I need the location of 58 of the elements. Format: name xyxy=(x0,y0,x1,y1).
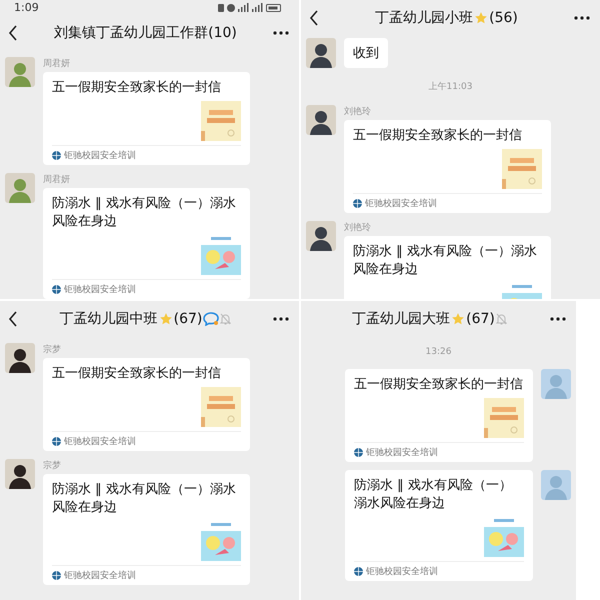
link-card[interactable]: 五一假期安全致家长的一封信 钜驰校园安全培训 xyxy=(43,358,250,451)
sender-name: 宗梦 xyxy=(43,460,62,472)
link-card[interactable]: 五一假期安全致家长的一封信 钜驰校园安全培训 xyxy=(344,120,551,213)
card-title: 防溺水 ‖ 戏水有风险（一）溺水风险在身边 xyxy=(52,481,237,517)
more-icon[interactable] xyxy=(273,31,289,35)
link-card[interactable]: 防溺水 ‖ 戏水有风险（一）溺水风险在身边 钜驰校园安全培训 xyxy=(345,470,533,581)
card-title: 防溺水 ‖ 戏水有风险（一）溺水风险在身边 xyxy=(353,243,538,279)
status-time: 1:09 xyxy=(14,1,39,14)
globe-icon xyxy=(52,437,61,446)
sender-name: 周君妍 xyxy=(43,174,71,186)
globe-icon xyxy=(52,151,61,160)
source-name: 钜驰校园安全培训 xyxy=(64,436,136,448)
message-bubble: 收到 xyxy=(344,38,388,68)
more-icon[interactable] xyxy=(574,16,590,20)
sender-name: 周君妍 xyxy=(43,58,71,70)
more-icon[interactable] xyxy=(550,317,566,321)
globe-icon xyxy=(353,199,362,208)
source-name: 钜驰校园安全培训 xyxy=(64,570,136,582)
timestamp: 上午11:03 xyxy=(428,80,474,93)
back-icon[interactable] xyxy=(309,10,319,26)
member-count: (67) xyxy=(174,311,202,327)
more-icon[interactable] xyxy=(273,317,289,321)
battery-icon xyxy=(266,4,281,12)
source-name: 钜驰校园安全培训 xyxy=(366,446,438,459)
back-icon[interactable] xyxy=(8,25,18,41)
card-title: 五一假期安全致家长的一封信 xyxy=(52,365,222,383)
chat-bubble-icon[interactable] xyxy=(203,312,220,326)
card-title: 五一假期安全致家长的一封信 xyxy=(52,79,222,97)
card-title: 防溺水 ‖ 戏水有风险（一）溺水风险在身边 xyxy=(52,195,237,231)
back-icon[interactable] xyxy=(8,311,18,327)
chat-title: 丁孟幼儿园中班 xyxy=(60,310,158,328)
timestamp: 13:26 xyxy=(424,347,452,357)
chat-title: 丁孟幼儿园小班 xyxy=(375,9,474,27)
card-title: 五一假期安全致家长的一封信 xyxy=(354,376,524,394)
card-title: 防溺水 ‖ 戏水有风险（一）溺水风险在身边 xyxy=(354,477,513,513)
member-count: (67) xyxy=(466,311,495,327)
globe-icon xyxy=(52,571,61,580)
sender-name: 刘艳玲 xyxy=(344,222,372,234)
link-card[interactable]: 防溺水 ‖ 戏水有风险（一）溺水风险在身边 钜驰校园安全培训 xyxy=(43,474,250,585)
link-card[interactable]: 防溺水 ‖ 戏水有风险（一）溺水风险在身边 钜驰校园安全培训 xyxy=(43,188,250,299)
chat-title: 刘集镇丁孟幼儿园工作群(10) xyxy=(54,24,237,42)
globe-icon xyxy=(52,285,61,294)
source-name: 钜驰校园安全培训 xyxy=(366,566,438,578)
signal-icon xyxy=(252,3,263,12)
globe-icon xyxy=(354,567,363,576)
source-name: 钜驰校园安全培训 xyxy=(64,150,136,162)
sender-name: 宗梦 xyxy=(43,344,62,356)
link-card[interactable]: 五一假期安全致家长的一封信 钜驰校园安全培训 xyxy=(345,369,533,462)
member-count: (56) xyxy=(489,10,518,26)
link-card[interactable]: 五一假期安全致家长的一封信 钜驰校园安全培训 xyxy=(43,72,250,165)
card-title: 五一假期安全致家长的一封信 xyxy=(353,127,523,145)
signal-icon xyxy=(238,3,249,12)
chat-title: 丁孟幼儿园大班 xyxy=(352,310,450,328)
source-name: 钜驰校园安全培训 xyxy=(365,198,437,210)
link-card[interactable]: 防溺水 ‖ 戏水有风险（一）溺水风险在身边 xyxy=(344,236,551,299)
sender-name: 刘艳玲 xyxy=(344,106,372,118)
globe-icon xyxy=(354,448,363,457)
source-name: 钜驰校园安全培训 xyxy=(64,284,136,296)
